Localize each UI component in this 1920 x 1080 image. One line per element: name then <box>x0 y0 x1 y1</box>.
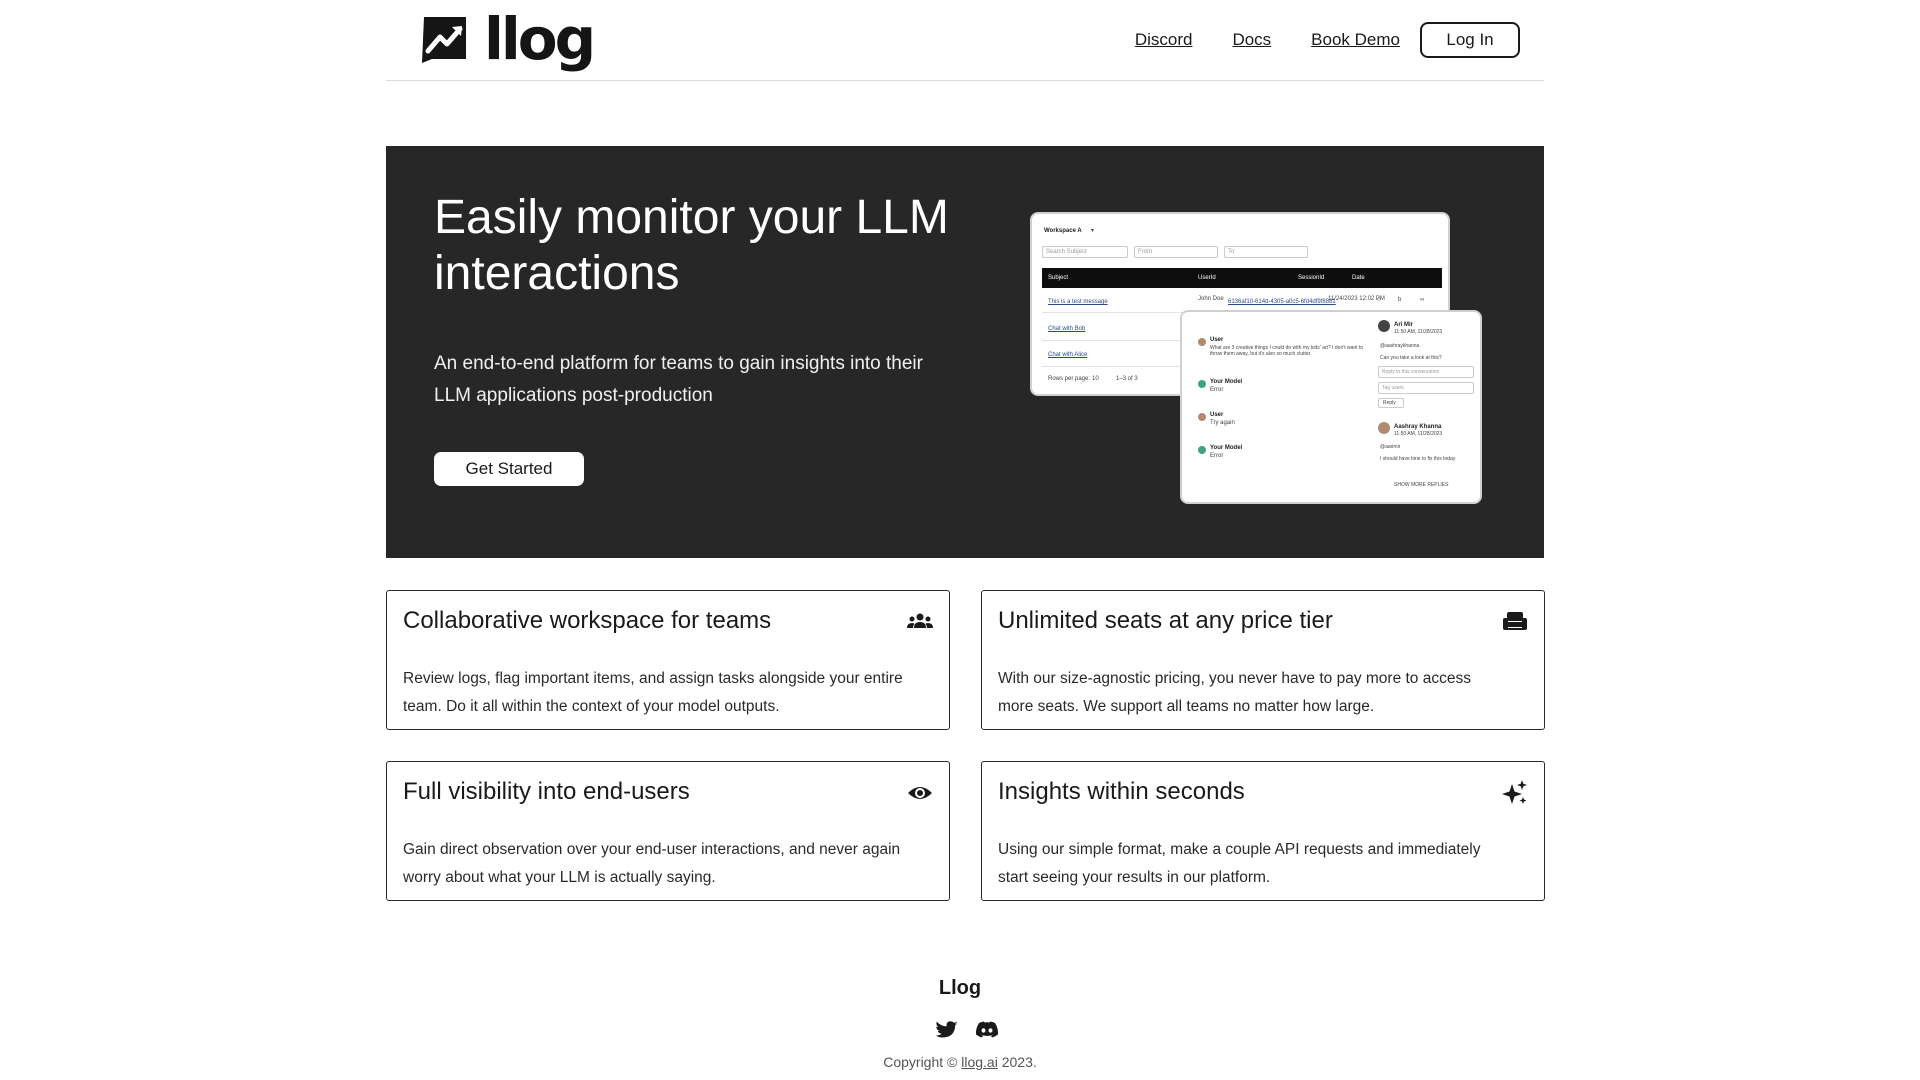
footer-social-links <box>935 1020 999 1042</box>
mock-reply-time: 11:50 AM, 11/28/2023 <box>1394 431 1443 437</box>
mock-page-range: 1–3 of 3 <box>1116 376 1138 382</box>
mock-row-subject: Chat with Alice <box>1048 352 1088 358</box>
feature-description: Gain direct observation over your end-us… <box>403 841 901 886</box>
mock-bold-icon: b <box>1398 297 1402 303</box>
mock-msg-text: Error <box>1210 453 1224 459</box>
mock-msg-text: What are 3 creative things I could do wi… <box>1210 345 1364 357</box>
copyright-prefix: Copyright © <box>883 1054 958 1070</box>
hero-section: Easily monitor your LLM interactions An … <box>386 146 1544 558</box>
mock-to-field <box>1224 246 1308 258</box>
feature-title: Insights within seconds <box>998 778 1245 805</box>
copyright-year: 2023. <box>1001 1054 1037 1070</box>
mock-msg-role: Your Model <box>1210 445 1243 451</box>
mock-row-session: 6136af10-614d-4305-a0c5-6fd4df9f8881 <box>1228 299 1336 305</box>
mock-msg-role: Your Model <box>1210 379 1243 385</box>
sparkle-icon <box>1502 780 1527 804</box>
mock-commenter-avatar <box>1378 320 1390 332</box>
mock-reply-author: Aashray Khanna <box>1394 424 1442 430</box>
feature-card-visibility: Full visibility into end-users Gain dire… <box>386 761 950 901</box>
mock-tag-placeholder: Tag users <box>1382 385 1404 391</box>
eye-icon <box>908 787 932 799</box>
groups-icon <box>907 613 933 628</box>
mock-user-avatar <box>1198 413 1206 421</box>
footer-brand: Llog <box>938 977 982 999</box>
mock-col-subject: Subject <box>1048 275 1069 281</box>
llog-site-link[interactable]: llog.ai <box>961 1054 998 1070</box>
mock-col-date: Date <box>1352 275 1365 281</box>
mock-rows-per-page: Rows per page: <box>1048 376 1091 382</box>
mock-comment-time: 11:50 AM, 11/28/2023 <box>1394 329 1443 335</box>
feature-card-seats: Unlimited seats at any price tier With o… <box>981 590 1545 730</box>
product-screenshot-conversation: User What are 3 creative things I could … <box>1180 310 1482 504</box>
login-button[interactable]: Log In <box>1420 22 1520 58</box>
feature-description: Using our simple format, make a couple A… <box>998 841 1481 886</box>
mock-msg-role: User <box>1210 412 1224 418</box>
mock-from-placeholder: From <box>1138 249 1152 255</box>
mock-star-icon: ☆ <box>1376 297 1382 303</box>
logo-mark-icon <box>422 17 466 63</box>
mock-search-placeholder: Search Subject <box>1046 249 1087 255</box>
twitter-icon[interactable] <box>935 1020 959 1042</box>
mock-model-avatar <box>1198 446 1206 454</box>
mock-reply-tag: @aarimir <box>1380 444 1401 450</box>
mock-workspace-select: Workspace A <box>1044 228 1082 234</box>
mock-comment-tag: @aashraykhanna <box>1380 343 1420 349</box>
mock-chevron-down-icon: ▾ <box>1091 228 1095 234</box>
mock-comment-text: Can you take a look at this? <box>1380 355 1442 361</box>
mock-user-avatar <box>1198 338 1206 346</box>
mock-table-header: Subject UserId SessionId Date <box>1042 268 1442 288</box>
mock-to-placeholder: To <box>1228 249 1235 255</box>
feature-description: With our size-agnostic pricing, you neve… <box>998 670 1471 715</box>
logo[interactable]: llog <box>418 5 596 73</box>
get-started-button[interactable]: Get Started <box>434 452 584 486</box>
mock-row-subject: This is a test message <box>1048 299 1108 305</box>
mock-comment-author: Ari Mir <box>1394 322 1414 328</box>
mock-msg-text: Try again <box>1210 420 1235 426</box>
mock-row-subject: Chat with Bob <box>1048 326 1086 332</box>
feature-card-collaboration: Collaborative workspace for teams Review… <box>386 590 950 730</box>
mock-col-sessionid: SessionId <box>1298 275 1325 281</box>
feature-card-insights: Insights within seconds Using our simple… <box>981 761 1545 901</box>
mock-col-userid: UserId <box>1198 275 1216 281</box>
mock-reply-label: Reply <box>1383 400 1396 406</box>
top-nav: Discord Docs Book Demo Log In <box>1135 22 1520 58</box>
mock-reply-placeholder: Reply to this conversation <box>1382 369 1440 375</box>
mock-model-avatar <box>1198 380 1206 388</box>
copyright: Copyright © llog.ai 2023. <box>0 1054 1920 1070</box>
hero-subtitle: An end-to-end platform for teams to gain… <box>434 353 923 406</box>
hero-title: Easily monitor your LLM interactions <box>434 191 949 300</box>
mock-msg-role: User <box>1210 337 1224 343</box>
mock-show-more: SHOW MORE REPLIES <box>1394 482 1449 488</box>
mock-reply-text: I should have time to fix this today <box>1380 456 1456 462</box>
nav-book-demo-link[interactable]: Book Demo <box>1311 30 1400 50</box>
feature-title: Full visibility into end-users <box>403 778 690 805</box>
nav-docs-link[interactable]: Docs <box>1232 30 1271 50</box>
mock-rows-value: 10 <box>1092 376 1099 382</box>
mock-replier-avatar <box>1378 422 1390 434</box>
logo-text: llog <box>484 5 596 73</box>
chair-icon <box>1503 612 1527 630</box>
mock-link-icon: ∞ <box>1420 297 1425 303</box>
feature-description: Review logs, flag important items, and a… <box>403 670 903 715</box>
site-header: llog Discord Docs Book Demo Log In <box>386 0 1544 81</box>
mock-msg-text: Error <box>1210 387 1224 393</box>
mock-row-user: John Doe <box>1198 296 1224 302</box>
feature-title: Collaborative workspace for teams <box>403 607 772 634</box>
feature-title: Unlimited seats at any price tier <box>998 607 1333 634</box>
nav-discord-link[interactable]: Discord <box>1135 30 1193 50</box>
discord-icon[interactable] <box>975 1020 999 1042</box>
